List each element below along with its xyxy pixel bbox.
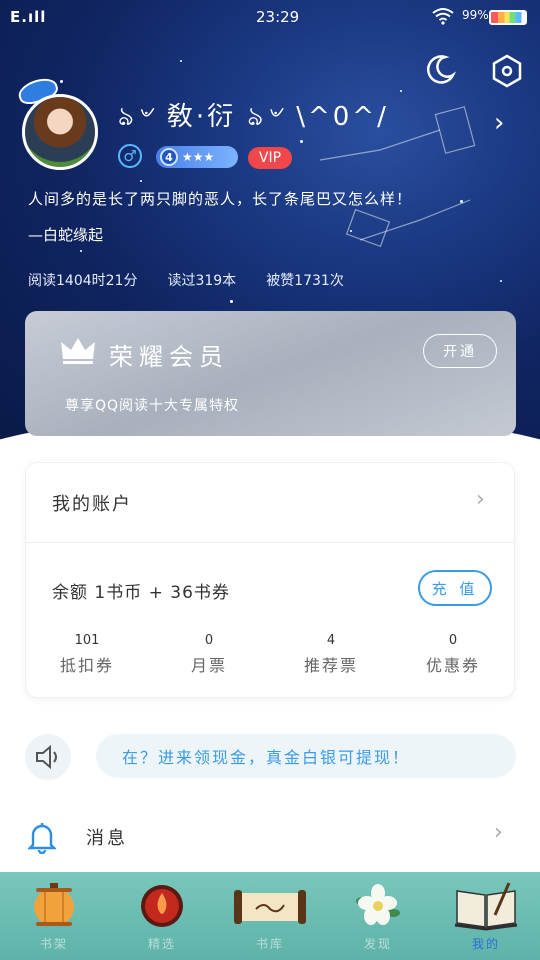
- vip-card-subtitle: 尊享QQ阅读十大专属特权: [65, 398, 240, 414]
- crown-icon: [61, 338, 95, 364]
- messages-row[interactable]: 消息 ›: [0, 808, 540, 868]
- profile-motto: 人间多的是长了两只脚的恶人，长了条尾巴又怎么样！: [28, 190, 413, 208]
- ticket-value: 101: [74, 633, 100, 648]
- ticket-recommend[interactable]: 4 推荐票: [270, 633, 392, 676]
- announcement-speaker[interactable]: [25, 734, 71, 780]
- nav-label: 发现: [363, 937, 392, 951]
- ticket-name: 推荐票: [303, 656, 358, 675]
- balance-text: 余额 1书币 + 36书券: [52, 583, 230, 603]
- clock: 23:29: [256, 8, 300, 26]
- gender-male-icon: ♂: [118, 144, 142, 168]
- battery-icon: [489, 10, 527, 25]
- battery-percent: 99%: [462, 8, 489, 22]
- nav-label: 书库: [255, 937, 284, 951]
- fire-orb-icon: [141, 885, 183, 927]
- nav-label: 精选: [147, 937, 176, 951]
- nav-discover[interactable]: 发现: [324, 872, 432, 960]
- ticket-value: 0: [204, 633, 214, 648]
- vip-membership-card[interactable]: 荣耀会员 开通 尊享QQ阅读十大专属特权: [25, 311, 516, 436]
- level-number: 4: [160, 148, 178, 166]
- nav-label: 我的: [471, 937, 500, 951]
- ticket-value: 4: [326, 633, 336, 648]
- vip-open-button[interactable]: 开通: [423, 334, 497, 368]
- chevron-right-icon: ›: [494, 820, 503, 845]
- announcement-banner[interactable]: 在？进来领现金，真金白银可提现！: [96, 734, 516, 778]
- moon-icon: [427, 55, 457, 84]
- nav-featured[interactable]: 精选: [108, 872, 216, 960]
- account-card: 我的账户 › 余额 1书币 + 36书券 充 值 101 抵扣券 0 月票 4 …: [25, 462, 515, 698]
- lantern-icon: [34, 883, 74, 926]
- scroll-icon: [234, 890, 306, 924]
- stat-reading-time[interactable]: 阅读1404时21分: [28, 270, 137, 290]
- profile-motto-source: —白蛇缘起: [28, 226, 104, 244]
- nav-mine[interactable]: 我的: [432, 872, 540, 960]
- reading-stats: 阅读1404时21分 读过319本 被赞1731次: [28, 270, 344, 290]
- my-account-row[interactable]: 我的账户 ›: [26, 463, 514, 543]
- avatar[interactable]: [22, 94, 98, 170]
- profile-chevron-right-icon[interactable]: ›: [494, 108, 504, 138]
- vip-card-title: 荣耀会员: [109, 343, 229, 371]
- status-bar: E.ıll 23:29 99%: [0, 0, 540, 34]
- user-level-badge[interactable]: 4 ★★★: [156, 146, 238, 168]
- wifi-icon: [432, 8, 454, 25]
- ticket-list: 101 抵扣券 0 月票 4 推荐票 0 优惠券: [26, 633, 514, 676]
- speaker-icon: [36, 744, 57, 770]
- level-stars: ★★★: [182, 150, 215, 164]
- nickname: ঌ৺ 敎·衍 ঌ৺ \^0^/: [118, 102, 389, 132]
- vip-badge[interactable]: VIP: [248, 147, 292, 169]
- ticket-name: 月票: [190, 656, 227, 675]
- open-book-icon: [454, 882, 518, 931]
- ticket-monthly[interactable]: 0 月票: [148, 633, 270, 676]
- settings-hexagon-icon: [492, 54, 522, 88]
- stat-books-read[interactable]: 读过319本: [167, 270, 236, 290]
- recharge-button[interactable]: 充 值: [418, 570, 492, 606]
- bottom-navigation: 书架 精选 书库 发现 我的: [0, 872, 540, 960]
- ticket-value: 0: [448, 633, 458, 648]
- nav-label: 书架: [39, 937, 68, 951]
- chevron-right-icon: ›: [476, 487, 485, 512]
- ticket-deduction[interactable]: 101 抵扣券: [26, 633, 148, 676]
- stat-likes[interactable]: 被赞1731次: [266, 270, 344, 290]
- settings-button[interactable]: [488, 52, 526, 90]
- my-account-label: 我的账户: [52, 494, 132, 515]
- flower-icon: [356, 884, 400, 925]
- nav-bookshelf[interactable]: 书架: [0, 872, 108, 960]
- bell-icon: [28, 823, 56, 854]
- nav-library[interactable]: 书库: [216, 872, 324, 960]
- ticket-name: 优惠券: [425, 656, 480, 675]
- signal-indicator: E.ıll: [10, 8, 47, 26]
- night-mode-button[interactable]: [424, 52, 458, 86]
- ticket-coupon[interactable]: 0 优惠券: [392, 633, 514, 676]
- ticket-name: 抵扣券: [59, 656, 114, 675]
- app-root: E.ıll 23:29 99% ঌ৺ 敎·衍 ঌ৺ \^0^/ › ♂ 4 ★★…: [0, 0, 540, 960]
- messages-label: 消息: [86, 828, 128, 849]
